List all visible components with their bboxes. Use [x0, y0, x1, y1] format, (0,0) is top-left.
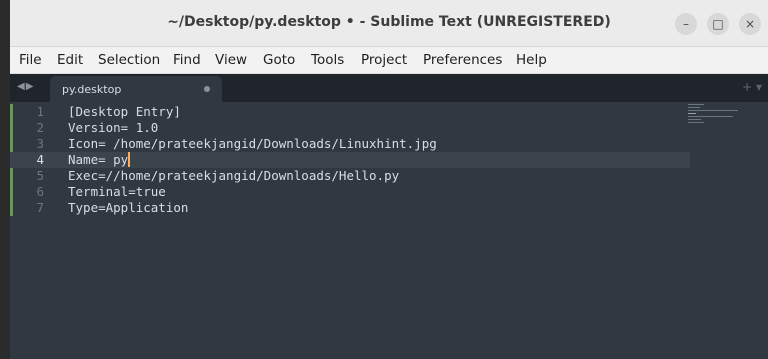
window-title: ~/Desktop/py.desktop • - Sublime Text (U…	[167, 14, 611, 30]
line-number: 5	[36, 168, 44, 183]
menu-file[interactable]: File	[19, 52, 42, 68]
minimap-line	[688, 119, 701, 120]
menu-help[interactable]: Help	[516, 52, 547, 68]
menu-tools[interactable]: Tools	[311, 52, 344, 68]
menu-project[interactable]: Project	[361, 52, 407, 68]
text-caret	[128, 152, 131, 167]
tab-bar: ◀▶ py.desktop + ▾	[10, 74, 768, 102]
line-text: Terminal=true	[68, 184, 166, 199]
menu-preferences[interactable]: Preferences	[423, 52, 502, 68]
minimap-line	[688, 104, 704, 105]
line-text: Name= py	[68, 152, 129, 167]
unsaved-dot-icon[interactable]	[204, 86, 210, 92]
minimap-line	[688, 110, 738, 111]
line-number: 6	[36, 184, 44, 199]
line-text: Version= 1.0	[68, 120, 159, 135]
menu-goto[interactable]: Goto	[263, 52, 295, 68]
menu-find[interactable]: Find	[173, 52, 201, 68]
code-line[interactable]: 7 Type=Application	[10, 200, 690, 216]
minimize-button[interactable]: –	[675, 13, 697, 35]
code-line[interactable]: 2 Version= 1.0	[10, 120, 690, 136]
minimap[interactable]	[688, 104, 746, 124]
line-number: 2	[36, 120, 44, 135]
menu-edit[interactable]: Edit	[57, 52, 83, 68]
line-number: 3	[36, 136, 44, 151]
tab-nav-arrows-icon[interactable]: ◀▶	[17, 81, 34, 92]
line-number: 4	[36, 152, 44, 167]
line-text: Exec=//home/prateekjangid/Downloads/Hell…	[68, 168, 400, 183]
sublime-window: ~/Desktop/py.desktop • - Sublime Text (U…	[10, 0, 768, 359]
close-button[interactable]: ×	[739, 13, 761, 35]
tab-controls-icon[interactable]: + ▾	[742, 80, 762, 94]
code-line[interactable]: 3 Icon= /home/prateekjangid/Downloads/Li…	[10, 136, 690, 152]
tab-label: py.desktop	[62, 83, 122, 96]
line-number: 1	[36, 104, 44, 119]
code-line[interactable]: 6 Terminal=true	[10, 184, 690, 200]
line-text: Type=Application	[68, 200, 189, 215]
tab-py-desktop[interactable]: py.desktop	[50, 76, 222, 102]
code-line[interactable]: 1 [Desktop Entry]	[10, 104, 690, 120]
maximize-button[interactable]: □	[707, 13, 729, 35]
menu-bar: File Edit Selection Find View Goto Tools…	[10, 47, 768, 74]
title-bar[interactable]: ~/Desktop/py.desktop • - Sublime Text (U…	[10, 0, 768, 47]
line-text: [Desktop Entry]	[68, 104, 181, 119]
line-text-current: Name= py	[68, 152, 131, 168]
code-line-current[interactable]: 4 Name= py	[10, 152, 690, 168]
menu-selection[interactable]: Selection	[98, 52, 160, 68]
minimap-line	[688, 107, 700, 108]
menu-view[interactable]: View	[215, 52, 247, 68]
line-text: Icon= /home/prateekjangid/Downloads/Linu…	[68, 136, 437, 151]
minimap-line	[688, 122, 704, 123]
line-number: 7	[36, 200, 44, 215]
minimap-line	[688, 116, 733, 117]
minimap-line	[688, 113, 696, 114]
code-editor[interactable]: 1 [Desktop Entry] 2 Version= 1.0 3 Icon=…	[10, 102, 768, 359]
code-line[interactable]: 5 Exec=//home/prateekjangid/Downloads/He…	[10, 168, 690, 184]
